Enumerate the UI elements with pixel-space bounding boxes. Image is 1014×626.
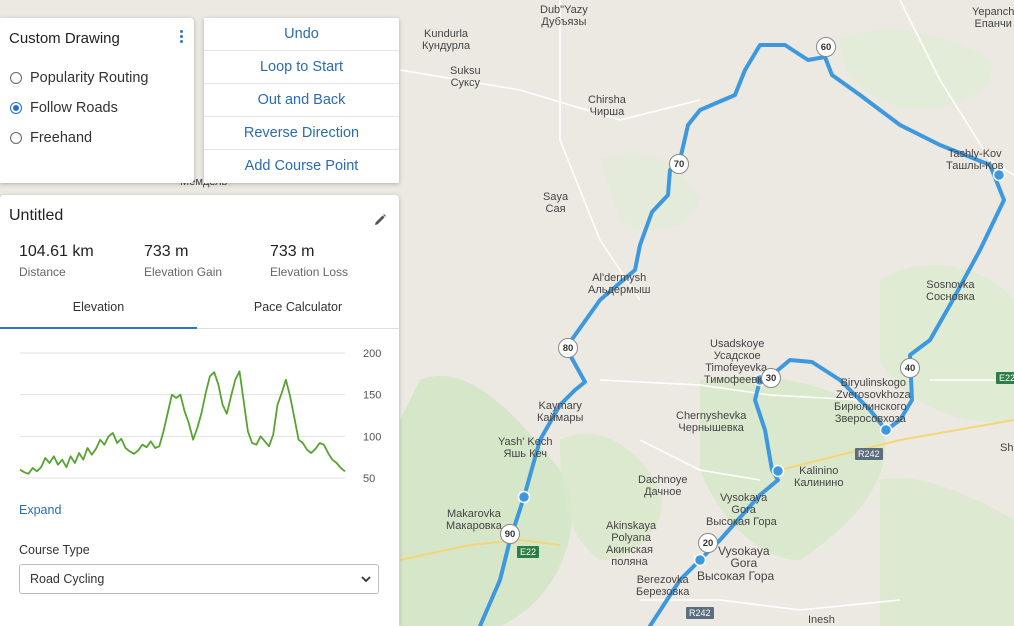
course-type-label: Course Type [19, 543, 90, 557]
road-label-r242: R242 [855, 448, 883, 460]
route-title: Untitled [9, 207, 64, 224]
map-label-biryulinskogo-ru: Бирюлинского Зверосовхоза [834, 401, 907, 425]
reverse-direction-button[interactable]: Reverse Direction [204, 117, 399, 150]
y-tick-label: 150 [363, 390, 381, 402]
km-marker-70: 70 [669, 154, 689, 174]
map-label-chirsha: Chirsha Чирша [588, 94, 626, 118]
road-label-r242-south: R242 [686, 607, 714, 619]
map-label-chernyshevka: Chernyshevka Чернышевка [676, 410, 747, 434]
map-label-akinskaya-polyana-ru: Акинская поляна [606, 544, 653, 568]
km-marker-60: 60 [816, 37, 836, 57]
map-label-vysokaya-gora-small-ru: Высокая Гора [706, 516, 777, 528]
map-label-biryulinskogo: Biryulinskogo Zverosovkhoza [836, 377, 911, 401]
elevation-line [19, 370, 346, 475]
radio-follow-roads[interactable] [10, 102, 22, 114]
course-type-select[interactable]: Road Cycling [19, 564, 379, 594]
map-label-vysokaya-gora: Vysokaya Gora [718, 544, 770, 570]
stat-label: Elevation Loss [270, 265, 349, 279]
map-label-inesh: Inesh [808, 614, 835, 626]
map-label-vysokaya-gora-ru: Высокая Гора [697, 569, 775, 583]
more-options-icon[interactable] [176, 28, 186, 44]
chevron-down-icon [361, 576, 371, 583]
map-label-sosnovka: Sosnovka Сосновка [926, 279, 975, 303]
elevation-chart[interactable]: 200 150 100 50 [0, 335, 399, 495]
loop-to-start-button[interactable]: Loop to Start [204, 51, 399, 84]
map-label-makarovka: Makarovka Макаровка [446, 508, 502, 532]
map-label-usadskoye: Usadskoye Усадское [710, 338, 765, 362]
routing-mode-title: Custom Drawing [9, 30, 120, 47]
map-label-berezovka: Berezovka Березовка [636, 574, 690, 598]
km-marker-20: 20 [698, 533, 718, 553]
map-label-dachnoye: Dachnoye Дачное [638, 474, 688, 498]
road-label-e22-east: E22 [996, 372, 1014, 384]
y-tick-label: 100 [363, 431, 381, 443]
y-tick-label: 200 [363, 348, 381, 360]
option-label: Follow Roads [30, 100, 118, 116]
stat-label: Elevation Gain [144, 265, 223, 279]
km-marker-30: 30 [761, 368, 781, 388]
stat-elevation-loss: 733 m Elevation Loss [270, 243, 348, 279]
undo-button[interactable]: Undo [204, 18, 399, 51]
map-label-tashly-kov: Tashly-Kov Ташлы-Ков [946, 148, 1004, 172]
add-course-point-button[interactable]: Add Course Point [204, 150, 399, 182]
option-freehand[interactable]: Freehand [10, 128, 92, 148]
map-label-suksu: Suksu Суксу [450, 65, 481, 89]
option-label: Popularity Routing [30, 70, 149, 86]
map-label-aldermysh: Al'dermysh Альдермыш [588, 272, 651, 296]
stat-value: 104.61 km [19, 243, 94, 260]
km-marker-80: 80 [558, 338, 578, 358]
option-popularity-routing[interactable]: Popularity Routing [10, 68, 149, 88]
road-label-e22: E22 [517, 546, 540, 558]
map-label-kundurla: Kundurla Кундурла [422, 28, 471, 52]
km-marker-40: 40 [900, 358, 920, 378]
pencil-icon[interactable] [373, 213, 387, 227]
stat-distance: 104.61 km Distance [19, 243, 94, 279]
route-actions-panel: Undo Loop to Start Out and Back Reverse … [204, 18, 399, 183]
map-label-timofeyevka: Timofeyevka Тимофеевка [704, 362, 769, 386]
tab-pace-calculator[interactable]: Pace Calculator [197, 300, 399, 329]
stat-value: 733 m [144, 243, 189, 260]
map-label-saya: Saya Сая [543, 191, 569, 215]
option-label: Freehand [30, 130, 93, 146]
y-tick-label: 50 [363, 473, 375, 485]
stat-label: Distance [19, 265, 66, 279]
expand-link[interactable]: Expand [19, 503, 61, 517]
map-label-yashkech: Yash' Kech Яшь Кеч [498, 436, 553, 460]
radio-popularity-routing[interactable] [10, 72, 22, 84]
map-label-kaymary: Kaymary Каймары [537, 400, 584, 424]
stat-value: 733 m [270, 243, 315, 260]
radio-freehand[interactable] [10, 132, 22, 144]
out-and-back-button[interactable]: Out and Back [204, 84, 399, 117]
map-label-dubyazy: Dub"Yazy Дубъязы [540, 4, 588, 28]
map-label-akinskaya-polyana: Akinskaya Polyana [606, 520, 657, 544]
map-label-sha: Sha [1000, 442, 1014, 454]
course-type-value: Road Cycling [30, 572, 105, 586]
tab-elevation[interactable]: Elevation [0, 300, 197, 329]
routing-mode-panel: Custom Drawing Popularity Routing Follow… [0, 18, 194, 183]
stat-elevation-gain: 733 m Elevation Gain [144, 243, 222, 279]
route-panel: Untitled 104.61 km Distance 733 m Elevat… [0, 195, 399, 626]
map-label-yepanch: Yepanch Епанчи [972, 6, 1014, 30]
map-label-vysokaya-gora-small: Vysokaya Gora [720, 492, 768, 516]
map-label-kalinino: Kalinino Калинино [794, 465, 844, 489]
km-marker-90: 90 [500, 524, 520, 544]
option-follow-roads[interactable]: Follow Roads [10, 98, 118, 118]
